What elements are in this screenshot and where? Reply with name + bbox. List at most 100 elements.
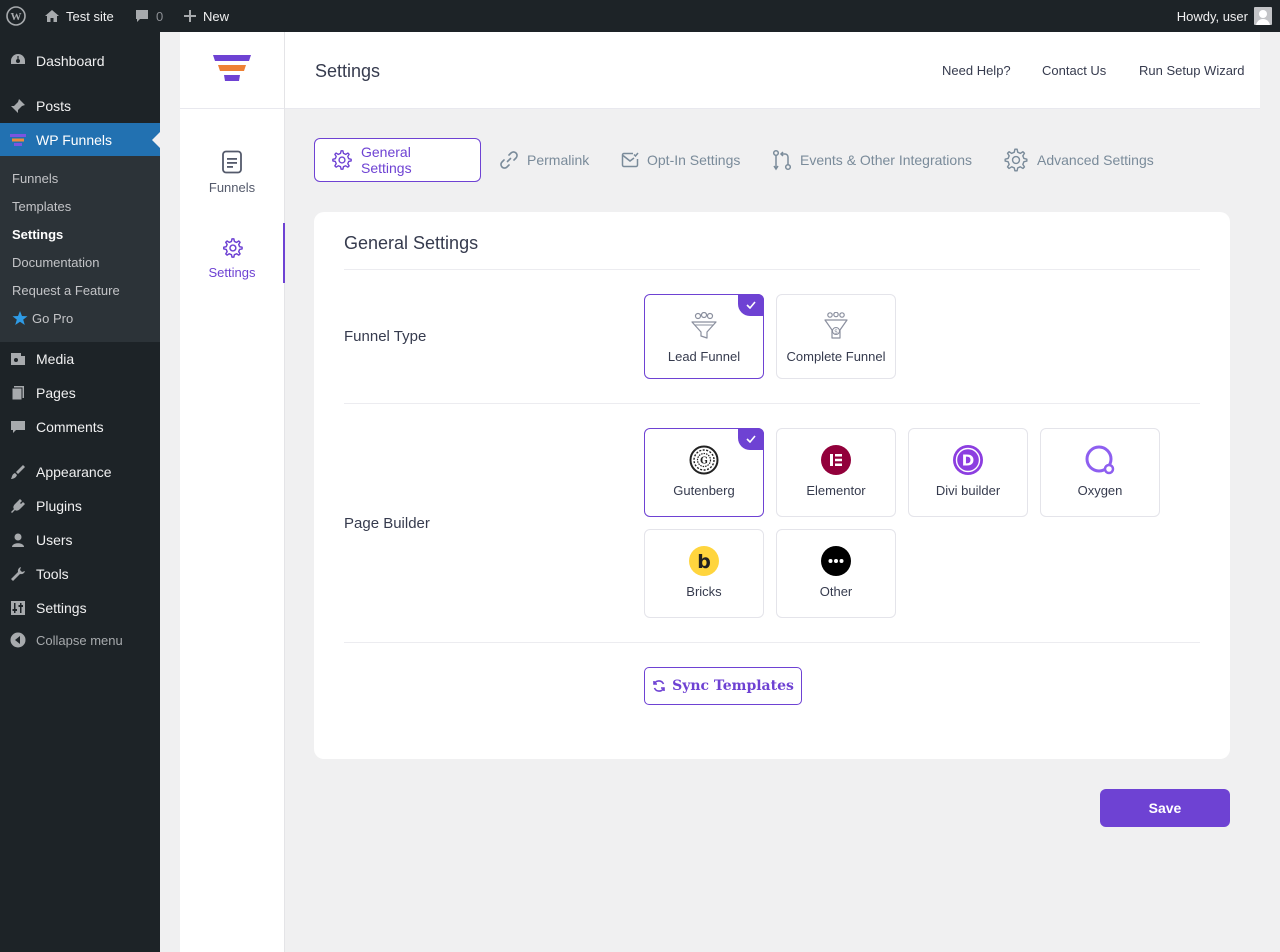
option-label: Complete Funnel xyxy=(786,349,886,364)
submenu-funnels[interactable]: Funnels xyxy=(12,168,58,188)
pages-icon xyxy=(0,384,36,402)
svg-text:b: b xyxy=(697,551,711,573)
submenu-go-pro[interactable]: Go Pro xyxy=(12,308,73,328)
plugin-header: Settings Need Help? Contact Us Run Setup… xyxy=(285,32,1260,109)
option-other[interactable]: Other xyxy=(776,529,896,618)
divider xyxy=(344,269,1200,270)
option-label: Lead Funnel xyxy=(667,349,741,364)
submenu-templates[interactable]: Templates xyxy=(12,196,71,216)
option-elementor[interactable]: Elementor xyxy=(776,428,896,517)
tab-label: Events & Other Integrations xyxy=(800,152,972,168)
tab-label: General Settings xyxy=(361,144,412,176)
admin-bar: W Test site 0 New Howdy, user xyxy=(0,0,1280,32)
divi-icon: D xyxy=(953,445,983,475)
elementor-icon xyxy=(821,445,851,475)
svg-text:$: $ xyxy=(834,329,838,336)
more-dots-icon xyxy=(821,546,851,576)
gear-icon xyxy=(332,150,352,170)
general-settings-card: General Settings Funnel Type Lead Funnel… xyxy=(314,212,1230,759)
run-setup-wizard-link[interactable]: Run Setup Wizard xyxy=(1139,63,1245,78)
new-label: New xyxy=(203,8,230,24)
menu-label: Tools xyxy=(36,566,69,582)
bricks-icon: b xyxy=(689,546,719,576)
tab-permalink[interactable]: Permalink xyxy=(499,138,589,182)
collapse-menu[interactable]: Collapse menu xyxy=(0,623,160,657)
menu-wp-funnels[interactable]: WP Funnels xyxy=(0,123,160,157)
comments-link[interactable]: 0 xyxy=(134,0,163,32)
menu-label: Plugins xyxy=(36,498,82,514)
pin-icon xyxy=(0,97,36,115)
wordpress-logo-icon[interactable]: W xyxy=(6,0,26,32)
option-label: Elementor xyxy=(806,483,866,498)
tab-general-settings[interactable]: General Settings xyxy=(314,138,481,182)
option-divi-builder[interactable]: D Divi builder xyxy=(908,428,1028,517)
wrench-icon xyxy=(0,565,36,583)
tab-advanced-settings[interactable]: Advanced Settings xyxy=(1003,138,1154,182)
check-icon xyxy=(738,294,764,316)
sync-templates-button[interactable]: Sync Templates xyxy=(644,667,802,705)
media-icon xyxy=(0,350,36,368)
menu-dashboard[interactable]: Dashboard xyxy=(0,44,160,78)
menu-comments[interactable]: Comments xyxy=(0,410,160,444)
comment-icon xyxy=(136,10,148,22)
site-name-link[interactable]: Test site xyxy=(44,0,114,32)
submenu-documentation[interactable]: Documentation xyxy=(12,252,99,272)
user-icon xyxy=(0,531,36,549)
menu-posts[interactable]: Posts xyxy=(0,89,160,123)
plugin-nav-label: Funnels xyxy=(208,180,256,195)
greeting: Howdy, user xyxy=(1176,8,1248,24)
star-icon xyxy=(12,311,28,325)
menu-appearance[interactable]: Appearance xyxy=(0,455,160,489)
menu-settings[interactable]: Settings xyxy=(0,591,160,625)
option-oxygen[interactable]: Oxygen xyxy=(1040,428,1160,517)
option-complete-funnel[interactable]: $ Complete Funnel xyxy=(776,294,896,379)
menu-users[interactable]: Users xyxy=(0,523,160,557)
tab-opt-in-settings[interactable]: Opt-In Settings xyxy=(621,138,740,182)
divider xyxy=(344,403,1200,404)
save-button[interactable]: Save xyxy=(1100,789,1230,827)
menu-label: WP Funnels xyxy=(36,132,112,148)
option-label: Other xyxy=(819,584,853,599)
svg-text:D: D xyxy=(962,452,974,470)
funnel-logo-icon xyxy=(213,55,251,81)
plugin-nav-funnels[interactable]: Funnels xyxy=(180,150,284,195)
option-bricks[interactable]: b Bricks xyxy=(644,529,764,618)
site-name: Test site xyxy=(66,8,114,24)
sliders-icon xyxy=(0,599,36,617)
submenu-request-feature[interactable]: Request a Feature xyxy=(12,280,120,300)
submenu-settings[interactable]: Settings xyxy=(12,224,63,244)
collapse-label: Collapse menu xyxy=(36,632,123,648)
plugin-nav-settings[interactable]: Settings xyxy=(180,223,285,283)
mail-check-icon xyxy=(621,152,639,168)
card-title: General Settings xyxy=(344,233,479,253)
menu-label: Appearance xyxy=(36,464,112,480)
sync-label: Sync Templates xyxy=(672,678,794,694)
menu-tools[interactable]: Tools xyxy=(0,557,160,591)
comments-count: 0 xyxy=(156,8,164,24)
divider xyxy=(344,642,1200,643)
plugin-logo[interactable] xyxy=(180,32,284,109)
need-help-link[interactable]: Need Help? xyxy=(942,63,1011,78)
menu-media[interactable]: Media xyxy=(0,342,160,376)
contact-us-link[interactable]: Contact Us xyxy=(1042,63,1106,78)
menu-pages[interactable]: Pages xyxy=(0,376,160,410)
tab-label: Permalink xyxy=(527,152,590,168)
menu-label: Users xyxy=(36,532,73,548)
option-label: Gutenberg xyxy=(673,483,735,498)
link-icon xyxy=(500,151,518,169)
account-menu[interactable]: Howdy, user xyxy=(1177,0,1272,32)
admin-menu: Dashboard Posts WP Funnels Funnels Templ… xyxy=(0,32,160,952)
dashboard-icon xyxy=(0,52,36,70)
new-content-link[interactable]: New xyxy=(183,0,229,32)
tab-events-integrations[interactable]: Events & Other Integrations xyxy=(772,138,972,182)
option-gutenberg[interactable]: G Gutenberg xyxy=(644,428,764,517)
brush-icon xyxy=(0,463,36,481)
avatar xyxy=(1254,7,1272,25)
menu-label: Dashboard xyxy=(36,53,105,69)
plugin-sidebar: Funnels Settings xyxy=(180,32,285,952)
option-lead-funnel[interactable]: Lead Funnel xyxy=(644,294,764,379)
document-icon xyxy=(222,150,242,174)
gutenberg-icon: G xyxy=(689,445,719,475)
svg-text:W: W xyxy=(11,11,22,23)
menu-plugins[interactable]: Plugins xyxy=(0,489,160,523)
